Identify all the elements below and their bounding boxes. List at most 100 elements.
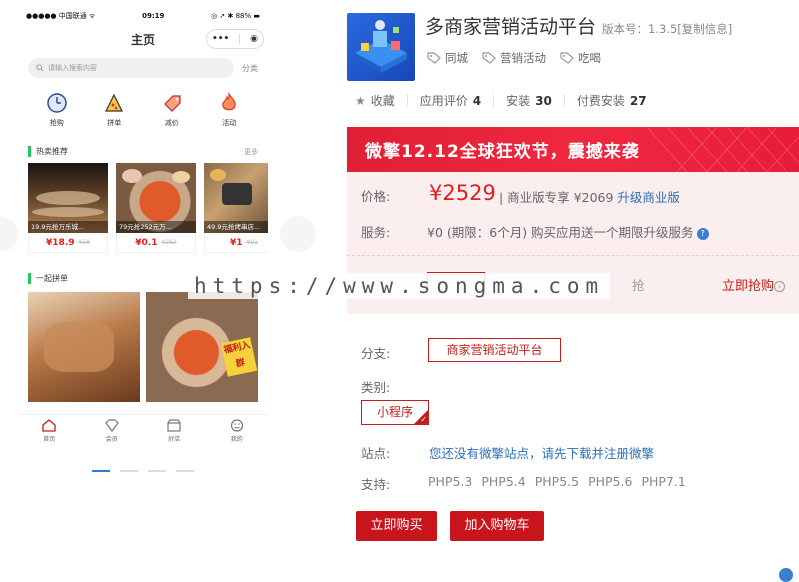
group-list: 福利入群: [28, 292, 268, 402]
product-card[interactable]: 79元抢252元万... ¥0.1 ¥262: [116, 163, 196, 253]
tab-label: 好店: [168, 435, 181, 443]
page-title: 主页: [130, 32, 155, 47]
category-item-pindan[interactable]: 拼单: [94, 92, 134, 128]
review-stat[interactable]: 应用评价 4: [420, 92, 481, 109]
paid-count: 27: [629, 93, 647, 108]
diamond-icon: [104, 418, 119, 432]
favorite-label: 收藏: [370, 94, 395, 108]
paid-install-stat: 付费安装 27: [577, 92, 647, 109]
card-caption: 19.9元抢万乐城...: [28, 221, 108, 233]
php-list: PHP5.3 PHP5.4 PHP5.5 PHP5.6 PHP7.1: [428, 474, 686, 489]
tag-icon: [427, 52, 441, 64]
arrow-right-icon: ›: [774, 281, 786, 292]
stats-bar: ★ 收藏 应用评价 4 安装 30 付费安装 27: [355, 92, 647, 109]
group-title: 一起拼单: [36, 274, 68, 283]
buy-now-button[interactable]: 立即购买: [356, 511, 437, 541]
category-label: 抢购: [49, 119, 64, 127]
php-version: PHP5.3: [428, 474, 473, 489]
nav-bar: 主页 ••• ◉: [18, 26, 268, 52]
tab-bar: 首页 会员 好店 我的: [18, 414, 268, 446]
tab-home[interactable]: 首页: [29, 418, 69, 443]
carousel-dot[interactable]: [148, 470, 166, 472]
card-old-price: ¥58: [78, 239, 90, 246]
hot-title: 热卖推荐: [36, 147, 68, 156]
product-card[interactable]: 19.9元抢万乐城... ¥18.9 ¥58: [28, 163, 108, 253]
help-icon[interactable]: ?: [696, 227, 709, 240]
card-old-price: ¥91: [246, 239, 258, 246]
group-sticker: 福利入群: [220, 337, 258, 377]
upgrade-link[interactable]: 升级商业版: [617, 190, 680, 205]
more-icon[interactable]: •••: [212, 34, 229, 44]
star-icon: ★: [355, 93, 366, 108]
rush-buy-link[interactable]: 立即抢购 ›: [722, 275, 786, 294]
carousel-dot[interactable]: [120, 470, 138, 472]
favorite-button[interactable]: ★ 收藏: [355, 92, 395, 109]
tag-icon: [482, 52, 496, 64]
tag-item[interactable]: 吃喝: [560, 50, 601, 66]
promo-banner[interactable]: 微擎12.12全球狂欢节，震撼来袭: [347, 127, 799, 172]
banner-pattern: [646, 127, 799, 172]
tab-member[interactable]: 会员: [92, 418, 132, 443]
tab-mine[interactable]: 我的: [217, 418, 257, 443]
site-link[interactable]: 您还没有微擎站点，请先下载并注册微擎: [429, 443, 654, 462]
phone-preview: ●●●●● 中国联通 ᯤ 09:19 ◎ ➚ ✱ 88% ▬ 主页 ••• ◉ …: [18, 6, 268, 420]
tag-list: 同城 营销活动 吃喝: [427, 50, 601, 66]
install-count: 30: [535, 93, 552, 108]
card-price: ¥18.9: [46, 237, 75, 248]
category-item-huodong[interactable]: 活动: [209, 92, 249, 128]
tag-item[interactable]: 同城: [427, 50, 468, 66]
close-icon[interactable]: ◉: [250, 34, 258, 44]
tab-label: 首页: [43, 435, 56, 443]
category-item-qianggou[interactable]: 抢购: [37, 92, 77, 128]
add-to-cart-button[interactable]: 加入购物车: [450, 511, 544, 541]
php-version: PHP5.5: [534, 474, 580, 489]
branch-option[interactable]: 商家营销活动平台: [428, 338, 561, 362]
tab-label: 我的: [230, 435, 243, 443]
review-count: 4: [472, 93, 482, 108]
card-price: ¥1: [230, 237, 243, 248]
php-version: PHP5.6: [588, 474, 633, 489]
php-version: PHP7.1: [641, 474, 686, 489]
card-caption: 49.9元抢烤串店...: [204, 221, 268, 233]
group-item[interactable]: 福利入群: [146, 292, 258, 402]
product-card[interactable]: 49.9元抢烤串店... ¥1 ¥91: [204, 163, 268, 253]
check-icon: ✓: [420, 415, 427, 424]
category-link[interactable]: 分类: [242, 63, 258, 74]
tab-label: 会员: [105, 435, 118, 443]
search-input[interactable]: 请输入搜索内容: [28, 58, 234, 78]
app-icon-art: [355, 20, 407, 73]
carousel-dot[interactable]: [176, 470, 194, 472]
carousel-prev-button[interactable]: [0, 216, 18, 252]
battery: ◎ ➚ ✱ 88% ▬: [211, 12, 260, 20]
category-grid: 抢购 拼单 减价 活动: [18, 92, 268, 128]
search-placeholder: 请输入搜索内容: [48, 64, 97, 72]
tag-label: 营销活动: [500, 51, 546, 65]
flame-icon: [222, 92, 237, 111]
rush-buy-label: 立即抢购: [722, 279, 775, 294]
app-icon: [347, 13, 415, 81]
mini-program-capsule[interactable]: ••• ◉: [206, 29, 264, 49]
type-label: 类别:: [361, 380, 391, 395]
tab-store[interactable]: 好店: [154, 418, 194, 443]
group-item[interactable]: [28, 292, 140, 402]
carousel-dot[interactable]: [92, 470, 110, 472]
type-option[interactable]: 小程序 ✓: [361, 400, 429, 425]
card-caption: 79元抢252元万...: [116, 221, 196, 233]
home-icon: [42, 418, 56, 432]
tag-label: 吃喝: [578, 51, 601, 65]
more-link[interactable]: 更多: [244, 147, 258, 157]
category-label: 活动: [222, 119, 237, 127]
product-version[interactable]: 版本号：1.3.5[复制信息]: [602, 21, 732, 37]
branch-label: 分支:: [361, 346, 391, 361]
category-label: 减价: [164, 119, 179, 127]
clock: 09:19: [142, 12, 165, 20]
carousel-next-button[interactable]: [280, 216, 316, 252]
float-button[interactable]: [779, 568, 793, 582]
carrier: ●●●●● 中国联通 ᯤ: [26, 12, 96, 20]
category-item-jianjia[interactable]: 减价: [152, 92, 192, 128]
card-old-price: ¥262: [161, 239, 177, 246]
tag-item[interactable]: 营销活动: [482, 50, 546, 66]
service-text: ¥0 (期限：6个月) 购买应用送一个期限升级服务: [427, 225, 694, 240]
tag-label: 同城: [445, 51, 468, 65]
watermark: https://www.songma.com: [188, 273, 611, 299]
